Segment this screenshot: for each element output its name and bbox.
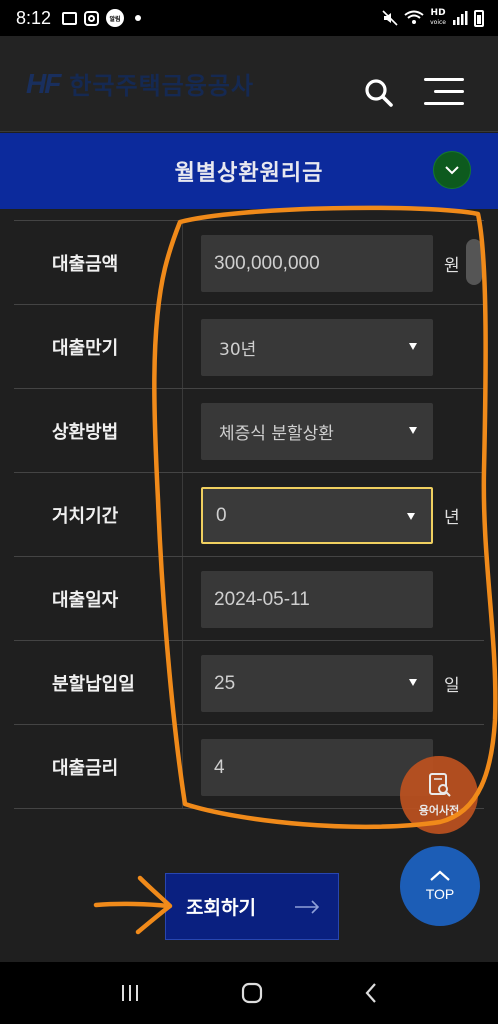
form-row-loan-date: 대출일자 2024-05-11	[14, 557, 484, 641]
dropdown-caret-icon	[409, 343, 417, 350]
battery-icon	[474, 9, 484, 27]
instagram-icon	[84, 10, 100, 26]
loan-amount-stepper[interactable]	[466, 239, 482, 285]
wifi-icon	[404, 10, 424, 24]
scroll-top-button[interactable]: TOP	[400, 846, 480, 926]
grace-period-value: 0	[216, 504, 227, 526]
row-divider	[182, 641, 183, 724]
repayment-method-select[interactable]: 체증식 분할상환	[201, 403, 433, 460]
hamburger-icon-line-3	[424, 102, 464, 105]
system-nav-bar	[0, 962, 498, 1024]
loan-term-select[interactable]: 30년	[201, 319, 433, 376]
payment-day-label: 분할납입일	[52, 674, 135, 695]
payment-day-unit: 일	[444, 675, 460, 696]
home-icon[interactable]	[240, 981, 264, 1005]
loan-amount-label: 대출금액	[52, 254, 119, 275]
payment-day-select[interactable]: 25	[201, 655, 433, 712]
repayment-method-value: 체증식 분할상환	[219, 424, 334, 444]
dropdown-caret-icon	[409, 427, 417, 434]
form-row-loan-amount: 대출금액 300,000,000 원	[14, 221, 484, 305]
hd-label: HD	[430, 8, 446, 18]
row-divider	[182, 305, 183, 388]
interest-rate-input[interactable]: 4	[201, 739, 433, 796]
row-divider	[182, 725, 183, 808]
status-left: 8:12 알림	[16, 7, 142, 29]
hd-voice-icon: HD voice	[430, 9, 446, 27]
loan-date-input[interactable]: 2024-05-11	[201, 571, 433, 628]
loan-term-value: 30년	[219, 340, 257, 360]
grace-period-label: 거치기간	[52, 506, 119, 527]
menu-button[interactable]	[424, 76, 466, 108]
row-divider	[182, 221, 183, 304]
form-row-repayment-method: 상환방법 체증식 분할상환	[14, 389, 484, 473]
arrow-right-icon	[295, 900, 320, 914]
hamburger-icon-line-2	[434, 90, 464, 93]
book-search-icon	[429, 773, 451, 797]
submit-label: 조회하기	[186, 897, 256, 919]
repayment-method-label: 상환방법	[52, 422, 119, 443]
glossary-label: 용어사전	[418, 804, 460, 817]
more-notifications-dot-icon	[135, 15, 142, 21]
logo-text: 한국주택금융공사	[69, 72, 254, 100]
form-row-loan-term: 대출만기 30년	[14, 305, 484, 389]
dropdown-caret-icon	[407, 513, 415, 520]
site-header: HF 한국주택금융공사	[0, 36, 498, 132]
row-divider	[182, 473, 183, 556]
loan-amount-input[interactable]: 300,000,000	[201, 235, 433, 292]
annotation-arrow-shaft	[93, 901, 171, 909]
recent-apps-icon[interactable]	[119, 983, 141, 1003]
back-icon[interactable]	[363, 982, 379, 1004]
expand-toggle-button[interactable]	[433, 151, 471, 189]
notification-badge-icon: 알림	[106, 9, 125, 27]
page-title: 월별상환원리금	[174, 161, 324, 186]
voice-label: voice	[430, 19, 446, 26]
status-bar: 8:12 알림 HD voice	[0, 0, 498, 36]
chevron-up-icon	[430, 870, 450, 881]
signal-icon	[453, 11, 468, 25]
logo-mark: HF	[26, 67, 61, 99]
status-time: 8:12	[16, 7, 52, 28]
payment-day-value: 25	[214, 672, 236, 694]
gallery-icon	[62, 11, 78, 25]
mute-icon	[382, 10, 398, 26]
status-right: HD voice	[382, 9, 484, 27]
dropdown-caret-icon	[409, 679, 417, 686]
row-divider	[182, 389, 183, 472]
interest-rate-label: 대출금리	[52, 758, 119, 779]
top-label: TOP	[425, 886, 455, 902]
search-button[interactable]	[364, 78, 394, 108]
row-divider	[182, 557, 183, 640]
logo[interactable]: HF 한국주택금융공사	[26, 66, 254, 101]
form-row-grace-period: 거치기간 0 년	[14, 473, 484, 557]
hamburger-icon-line-1	[424, 78, 464, 81]
submit-button[interactable]: 조회하기	[165, 873, 339, 940]
grace-period-select[interactable]: 0	[201, 487, 433, 544]
glossary-button[interactable]: 용어사전	[400, 756, 478, 834]
chevron-down-icon	[445, 166, 459, 175]
calculator-title-bar[interactable]: 월별상환원리금	[0, 133, 498, 209]
search-icon	[365, 79, 393, 107]
loan-amount-unit: 원	[444, 255, 460, 276]
form-row-payment-day: 분할납입일 25 일	[14, 641, 484, 725]
grace-period-unit: 년	[444, 507, 460, 528]
loan-date-label: 대출일자	[52, 590, 119, 611]
loan-term-label: 대출만기	[52, 338, 119, 359]
